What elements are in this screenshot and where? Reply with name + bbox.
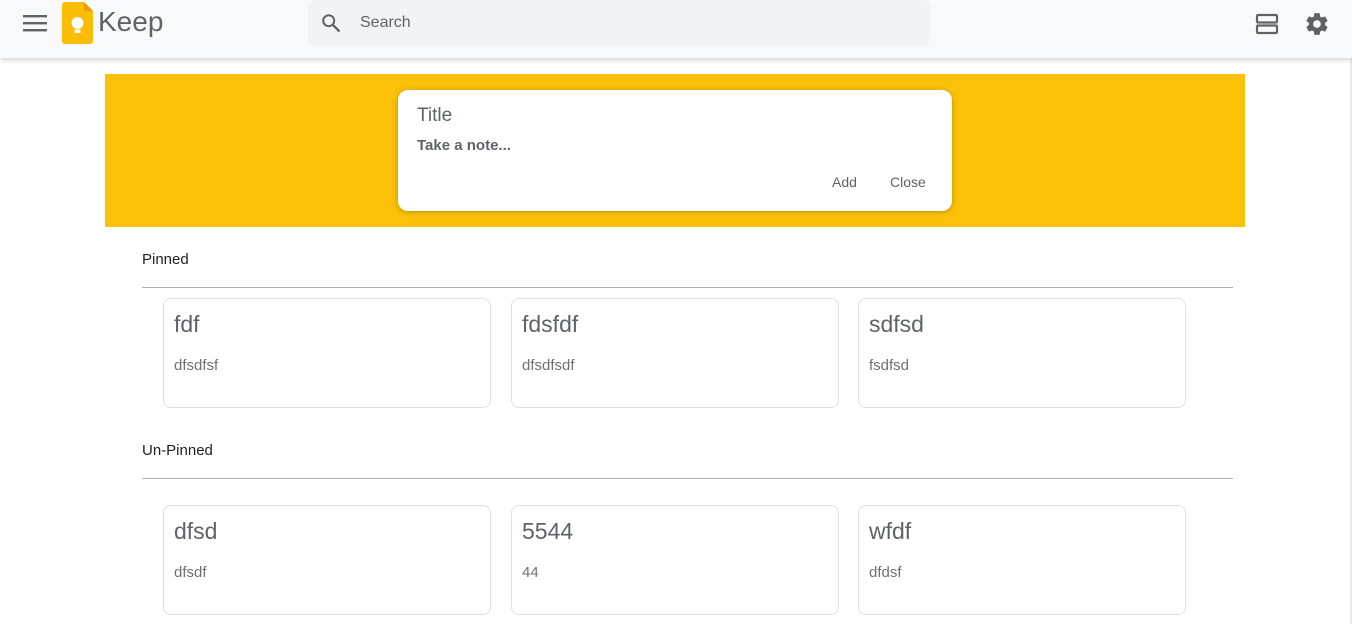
list-view-icon[interactable] [1254, 11, 1280, 37]
hamburger-menu-icon [23, 15, 47, 32]
add-note-button[interactable]: Add [832, 174, 857, 190]
note-body: dfsdfsf [174, 357, 219, 374]
note-body: fsdfsd [869, 357, 910, 374]
search-icon[interactable] [320, 12, 342, 34]
unpinned-note-card[interactable]: 5544 44 [511, 505, 839, 615]
pinned-note-card[interactable]: fdf dfsdfsf [163, 298, 491, 408]
note-title: sdfsd [869, 311, 924, 337]
note-input-banner: Add Close [105, 74, 1245, 227]
main-menu-button[interactable] [20, 8, 50, 38]
unpinned-note-card[interactable]: wfdf dfdsf [858, 505, 1186, 615]
top-app-bar: Keep [0, 0, 1352, 58]
note-body: 44 [522, 564, 539, 581]
pinned-note-card[interactable]: fdsfdf dfsdfsdf [511, 298, 839, 408]
note-title-input[interactable] [417, 105, 917, 127]
search-bar[interactable] [308, 0, 930, 46]
note-body: dfdsf [869, 564, 902, 581]
pinned-section-label: Pinned [142, 251, 189, 268]
note-title: wfdf [869, 518, 912, 544]
close-form-button[interactable]: Close [890, 174, 926, 190]
note-title: dfsd [174, 518, 218, 544]
gear-icon[interactable] [1304, 11, 1330, 37]
keep-bulb-logo-icon [62, 2, 93, 44]
app-title: Keep [98, 6, 164, 37]
pinned-divider [142, 287, 1233, 288]
note-title: fdf [174, 311, 200, 337]
unpinned-divider [142, 478, 1233, 479]
unpinned-section-label: Un-Pinned [142, 442, 213, 459]
unpinned-note-card[interactable]: dfsd dfsdf [163, 505, 491, 615]
note-body: dfsdf [174, 564, 207, 581]
search-input[interactable] [358, 11, 898, 35]
pinned-note-card[interactable]: sdfsd fsdfsd [858, 298, 1186, 408]
note-body-input[interactable] [417, 137, 917, 154]
note-body: dfsdfsdf [522, 357, 575, 374]
note-title: fdsfdf [522, 311, 579, 337]
note-title: 5544 [522, 518, 574, 544]
note-form: Add Close [398, 90, 952, 211]
